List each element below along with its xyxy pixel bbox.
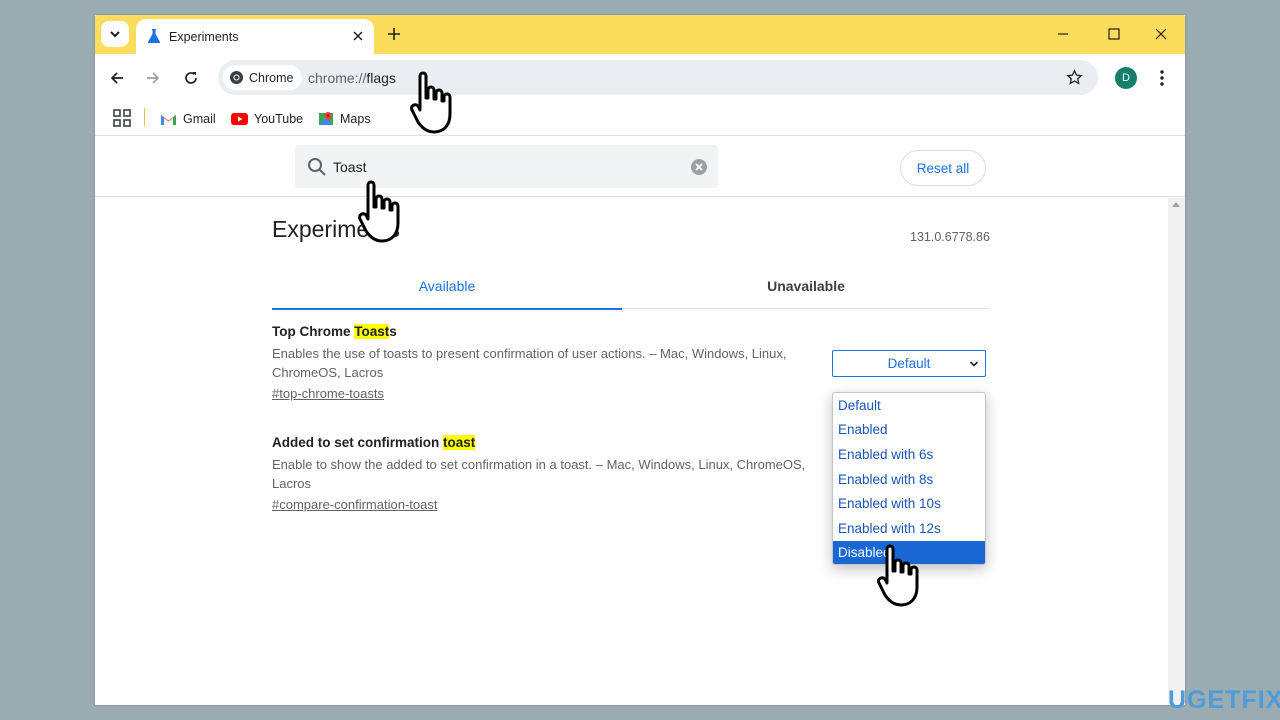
flag-title: Top Chrome Toasts: [272, 323, 832, 341]
reset-all-button[interactable]: Reset all: [900, 150, 986, 186]
tab-title: Experiments: [169, 30, 239, 44]
flag-title-text: Top Chrome: [272, 324, 355, 339]
forward-button[interactable]: [143, 68, 163, 88]
apps-grid-icon[interactable]: [113, 109, 131, 127]
browser-toolbar: Chrome chrome://flags D: [95, 54, 1185, 102]
reload-button[interactable]: [181, 68, 201, 88]
close-icon: [1155, 28, 1167, 40]
flag-entry-top-chrome-toasts: Top Chrome Toasts Enables the use of toa…: [272, 323, 832, 403]
profile-avatar[interactable]: D: [1115, 67, 1137, 89]
dropdown-option-enabled-6s[interactable]: Enabled with 6s: [833, 442, 985, 467]
watermark-logo: UGETFIX: [1168, 686, 1280, 714]
active-tab-indicator: [272, 308, 622, 310]
hand-pointer-icon: [877, 544, 919, 607]
bookmark-label: Maps: [340, 112, 371, 126]
site-info-chip[interactable]: Chrome: [223, 65, 303, 90]
bookmarks-bar: Gmail YouTube Maps: [95, 102, 1185, 136]
minimize-icon: [1058, 33, 1068, 35]
dropdown-option-enabled-12s[interactable]: Enabled with 12s: [833, 516, 985, 541]
flag-entry-compare-confirmation-toast: Added to set confirmation toast Enable t…: [272, 434, 832, 514]
scroll-up-arrow-icon[interactable]: [1172, 202, 1180, 207]
maps-icon: [319, 112, 333, 125]
flag-title-text: Added to set confirmation: [272, 435, 444, 450]
plus-icon: [388, 28, 400, 40]
flag-state-select[interactable]: Default: [832, 350, 986, 377]
tab-label: Unavailable: [767, 278, 845, 294]
bookmark-youtube[interactable]: YouTube: [231, 107, 303, 131]
flags-tabs: Available Unavailable: [272, 263, 990, 310]
flag-description: Enables the use of toasts to present con…: [272, 346, 787, 380]
address-bar[interactable]: Chrome chrome://flags: [218, 60, 1098, 95]
hand-pointer-icon: [358, 180, 400, 243]
gmail-icon: [161, 114, 176, 125]
flag-description: Enable to show the added to set confirma…: [272, 457, 806, 491]
search-icon: [308, 158, 326, 176]
site-info-label: Chrome: [249, 70, 294, 85]
minimize-button[interactable]: [1053, 24, 1073, 44]
tab-search-button[interactable]: [101, 21, 129, 47]
url-scheme: chrome://: [308, 70, 367, 86]
close-icon: [353, 31, 363, 41]
flag-title-text: s: [389, 324, 397, 339]
url-text: chrome://flags: [308, 70, 396, 86]
chevron-down-icon: [110, 31, 120, 38]
flag-permalink[interactable]: #top-chrome-toasts: [272, 385, 832, 403]
back-button[interactable]: [107, 68, 127, 88]
star-icon: [1065, 68, 1083, 85]
new-tab-button[interactable]: [384, 24, 404, 44]
clear-search-icon[interactable]: [690, 158, 708, 176]
more-vert-icon: [1160, 70, 1164, 86]
flag-permalink[interactable]: #compare-confirmation-toast: [272, 496, 832, 514]
title-bar: Experiments: [95, 15, 1185, 54]
arrow-left-icon: [110, 72, 123, 84]
youtube-icon: [231, 113, 248, 125]
dropdown-option-default[interactable]: Default: [833, 393, 985, 418]
flag-state-dropdown: Default Enabled Enabled with 6s Enabled …: [832, 392, 986, 565]
hand-pointer-icon: [410, 71, 452, 134]
bookmark-maps[interactable]: Maps: [318, 107, 371, 131]
browser-window: Experiments Chrome chrome://flags D Gmai…: [95, 15, 1185, 705]
chevron-down-icon: [969, 361, 979, 367]
flask-icon: [147, 29, 161, 43]
search-highlight: toast: [443, 435, 476, 450]
search-highlight: Toast: [354, 324, 390, 339]
flag-title: Added to set confirmation toast: [272, 434, 832, 452]
close-window-button[interactable]: [1151, 24, 1171, 44]
dropdown-option-enabled-10s[interactable]: Enabled with 10s: [833, 491, 985, 516]
url-path: flags: [366, 70, 396, 86]
select-value: Default: [887, 356, 931, 371]
page-scrollbar[interactable]: [1168, 198, 1185, 705]
bookmark-label: YouTube: [254, 112, 304, 126]
flags-header: Toast Reset all: [95, 137, 1185, 197]
chrome-version: 131.0.6778.86: [910, 230, 990, 244]
dropdown-option-enabled[interactable]: Enabled: [833, 418, 985, 443]
tab-available[interactable]: Available: [272, 263, 622, 310]
tab-label: Available: [418, 278, 476, 294]
tab-close-button[interactable]: [349, 27, 367, 45]
flags-content: Experiments 131.0.6778.86 Available Unav…: [95, 198, 1168, 705]
bookmark-label: Gmail: [183, 112, 216, 126]
maximize-button[interactable]: [1104, 24, 1124, 44]
chrome-menu-button[interactable]: [1153, 67, 1171, 89]
reload-icon: [185, 72, 197, 84]
dropdown-option-enabled-8s[interactable]: Enabled with 8s: [833, 467, 985, 492]
arrow-right-icon: [147, 72, 160, 84]
chrome-logo-icon: [229, 70, 244, 85]
bookmark-star-button[interactable]: [1064, 67, 1084, 87]
maximize-icon: [1108, 28, 1120, 40]
bookmarks-separator: [144, 108, 145, 126]
bookmark-gmail[interactable]: Gmail: [160, 107, 216, 131]
tab-unavailable[interactable]: Unavailable: [631, 263, 981, 309]
search-value: Toast: [333, 159, 367, 175]
tab-experiments[interactable]: Experiments: [136, 19, 374, 54]
